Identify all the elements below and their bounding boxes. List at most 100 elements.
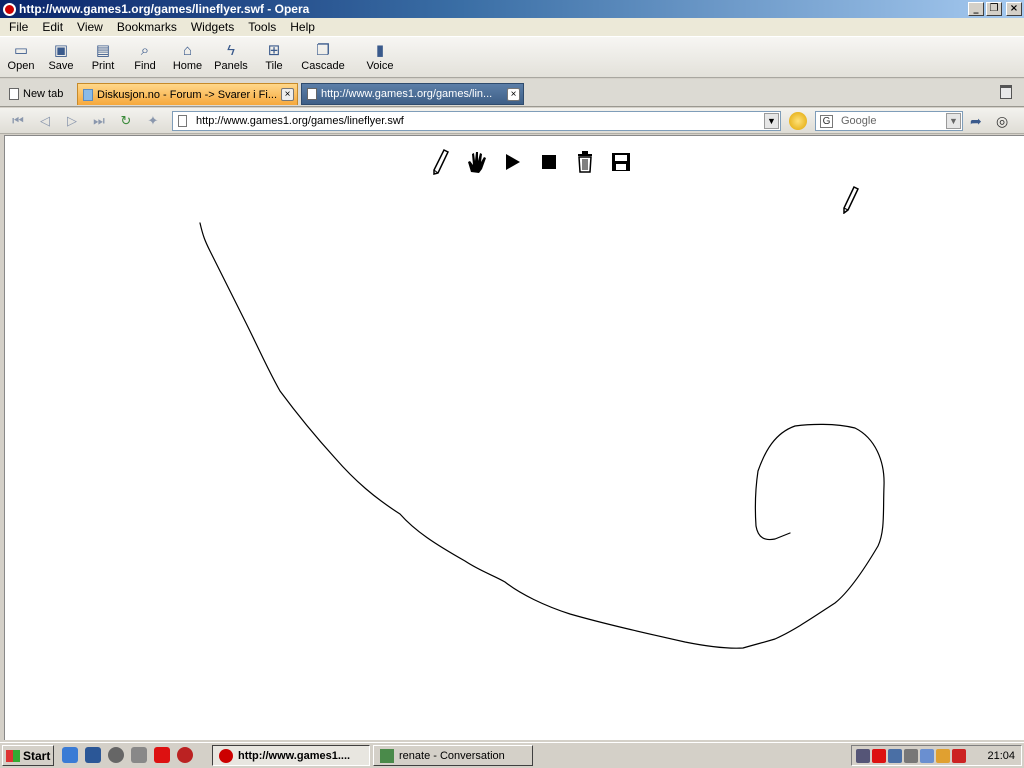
tab-forum[interactable]: Diskusjon.no - Forum -> Svarer i Fi... ×	[77, 83, 298, 105]
eye-icon[interactable]: ◎	[996, 113, 1008, 130]
power-icon[interactable]	[936, 748, 950, 763]
ati-icon[interactable]	[154, 747, 170, 763]
print-label: Print	[91, 60, 115, 72]
menu-view[interactable]: View	[70, 20, 110, 34]
save-label: Save	[48, 60, 74, 72]
windows-logo-icon	[6, 749, 20, 762]
go-icon[interactable]: ➦	[970, 113, 982, 130]
cascade-button[interactable]: ❐ Cascade	[295, 37, 351, 77]
home-label: Home	[172, 60, 203, 72]
page-icon	[178, 115, 187, 127]
tile-label: Tile	[265, 60, 283, 72]
antivirus-icon[interactable]	[952, 748, 966, 763]
rewind-icon[interactable]: ⏮	[8, 112, 28, 130]
hand-icon[interactable]	[466, 150, 488, 174]
close-tab-icon[interactable]: ×	[507, 88, 520, 101]
task-opera-label: http://www.games1....	[238, 749, 351, 762]
main-toolbar: ▭ Open ▣ Save ▤ Print ⌕ Find ⌂ Home ϟ Pa…	[0, 37, 1024, 78]
address-field[interactable]: http://www.games1.org/games/lineflyer.sw…	[172, 111, 781, 131]
folder-icon: ▭	[13, 42, 29, 59]
fast-forward-icon[interactable]: ⏭	[89, 112, 109, 130]
tab-forum-label: Diskusjon.no - Forum -> Svarer i Fi...	[97, 88, 278, 101]
flash-toolbar	[430, 149, 632, 175]
word-icon[interactable]	[85, 747, 101, 763]
menu-tools[interactable]: Tools	[241, 20, 283, 34]
save-button[interactable]: ▣ Save	[40, 37, 82, 77]
new-tab-label: New tab	[23, 88, 64, 100]
chevron-down-icon[interactable]: ▼	[764, 113, 779, 129]
task-conversation-label: renate - Conversation	[399, 749, 505, 762]
menu-widgets[interactable]: Widgets	[184, 20, 241, 34]
floppy-save-icon[interactable]	[610, 150, 632, 174]
window-title: http://www.games1.org/games/lineflyer.sw…	[19, 2, 310, 16]
tile-button[interactable]: ⊞ Tile	[253, 37, 295, 77]
search-field[interactable]: G Google ▼	[815, 111, 963, 131]
menu-help[interactable]: Help	[283, 20, 322, 34]
messenger-icon	[380, 748, 394, 763]
new-tab-button[interactable]: New tab	[4, 83, 74, 105]
ati-tray-icon[interactable]	[872, 748, 886, 763]
start-button[interactable]: Start	[2, 745, 54, 766]
forward-icon[interactable]: ▷	[62, 112, 82, 130]
address-url: http://www.games1.org/games/lineflyer.sw…	[196, 115, 404, 127]
page-icon	[9, 88, 19, 100]
panels-button[interactable]: ϟ Panels	[209, 37, 253, 77]
voice-label: Voice	[366, 60, 394, 72]
printer-icon: ▤	[95, 42, 111, 59]
cascade-icon: ❐	[316, 42, 330, 59]
chevron-down-icon[interactable]: ▼	[946, 113, 961, 129]
restore-button[interactable]: ❐	[986, 2, 1002, 16]
desktop-icon[interactable]	[131, 747, 147, 763]
cascade-label: Cascade	[301, 60, 345, 72]
menu-bookmarks[interactable]: Bookmarks	[110, 20, 184, 34]
home-button[interactable]: ⌂ Home	[166, 37, 209, 77]
opera-logo-icon	[3, 2, 16, 16]
reload-icon[interactable]: ↻	[116, 112, 136, 130]
magnifier-icon: ⌕	[140, 41, 150, 59]
task-conversation[interactable]: renate - Conversation	[373, 745, 533, 766]
flash-canvas[interactable]	[4, 135, 1024, 740]
close-button[interactable]: ×	[1006, 2, 1022, 16]
open-button[interactable]: ▭ Open	[2, 37, 40, 77]
trash-icon[interactable]	[574, 150, 596, 174]
usb-icon[interactable]	[904, 748, 918, 763]
media-player-icon[interactable]	[108, 747, 124, 763]
title-bar: http://www.games1.org/games/lineflyer.sw…	[0, 0, 1024, 18]
voice-button[interactable]: ▮ Voice	[351, 37, 409, 77]
menu-file[interactable]: File	[2, 20, 35, 34]
trash-icon[interactable]	[1000, 85, 1012, 99]
tab-game-label: http://www.games1.org/games/lin...	[321, 88, 493, 100]
pencil-icon[interactable]	[430, 149, 452, 175]
internet-explorer-icon[interactable]	[62, 747, 78, 763]
back-icon[interactable]: ◁	[35, 112, 55, 130]
lightning-icon: ϟ	[227, 41, 235, 59]
wand-icon[interactable]	[789, 112, 807, 130]
taskbar: Start http://www.games1.... renate - Con…	[0, 742, 1024, 768]
play-icon[interactable]	[502, 150, 524, 174]
menu-bar: File Edit View Bookmarks Widgets Tools H…	[0, 18, 1024, 37]
find-label: Find	[134, 60, 156, 72]
opera-icon	[219, 748, 233, 763]
google-icon: G	[820, 114, 833, 128]
home-icon: ⌂	[182, 41, 193, 59]
volume-icon[interactable]	[920, 748, 934, 763]
find-button[interactable]: ⌕ Find	[124, 37, 166, 77]
monitor-icon[interactable]	[888, 748, 902, 763]
minimize-button[interactable]: _	[968, 2, 984, 16]
print-button[interactable]: ▤ Print	[82, 37, 124, 77]
network-icon[interactable]	[856, 748, 870, 763]
address-toolbar: ⏮ ◁ ▷ ⏭ ↻ ✦ http://www.games1.org/games/…	[0, 108, 1024, 134]
stop-icon[interactable]	[538, 150, 560, 174]
task-opera[interactable]: http://www.games1....	[212, 745, 370, 766]
pencil-cursor-icon	[843, 185, 859, 217]
clock[interactable]: 21:04	[987, 750, 1015, 762]
opera-quicklaunch-icon[interactable]	[177, 747, 193, 763]
wand-tool-icon[interactable]: ✦	[143, 112, 163, 130]
tab-game[interactable]: http://www.games1.org/games/lin... ×	[301, 83, 524, 105]
close-tab-icon[interactable]: ×	[281, 88, 294, 101]
menu-edit[interactable]: Edit	[35, 20, 70, 34]
start-label: Start	[23, 748, 51, 763]
panels-label: Panels	[214, 60, 248, 72]
tile-icon: ⊞	[267, 42, 281, 59]
tab-bar: New tab Diskusjon.no - Forum -> Svarer i…	[0, 79, 1024, 107]
